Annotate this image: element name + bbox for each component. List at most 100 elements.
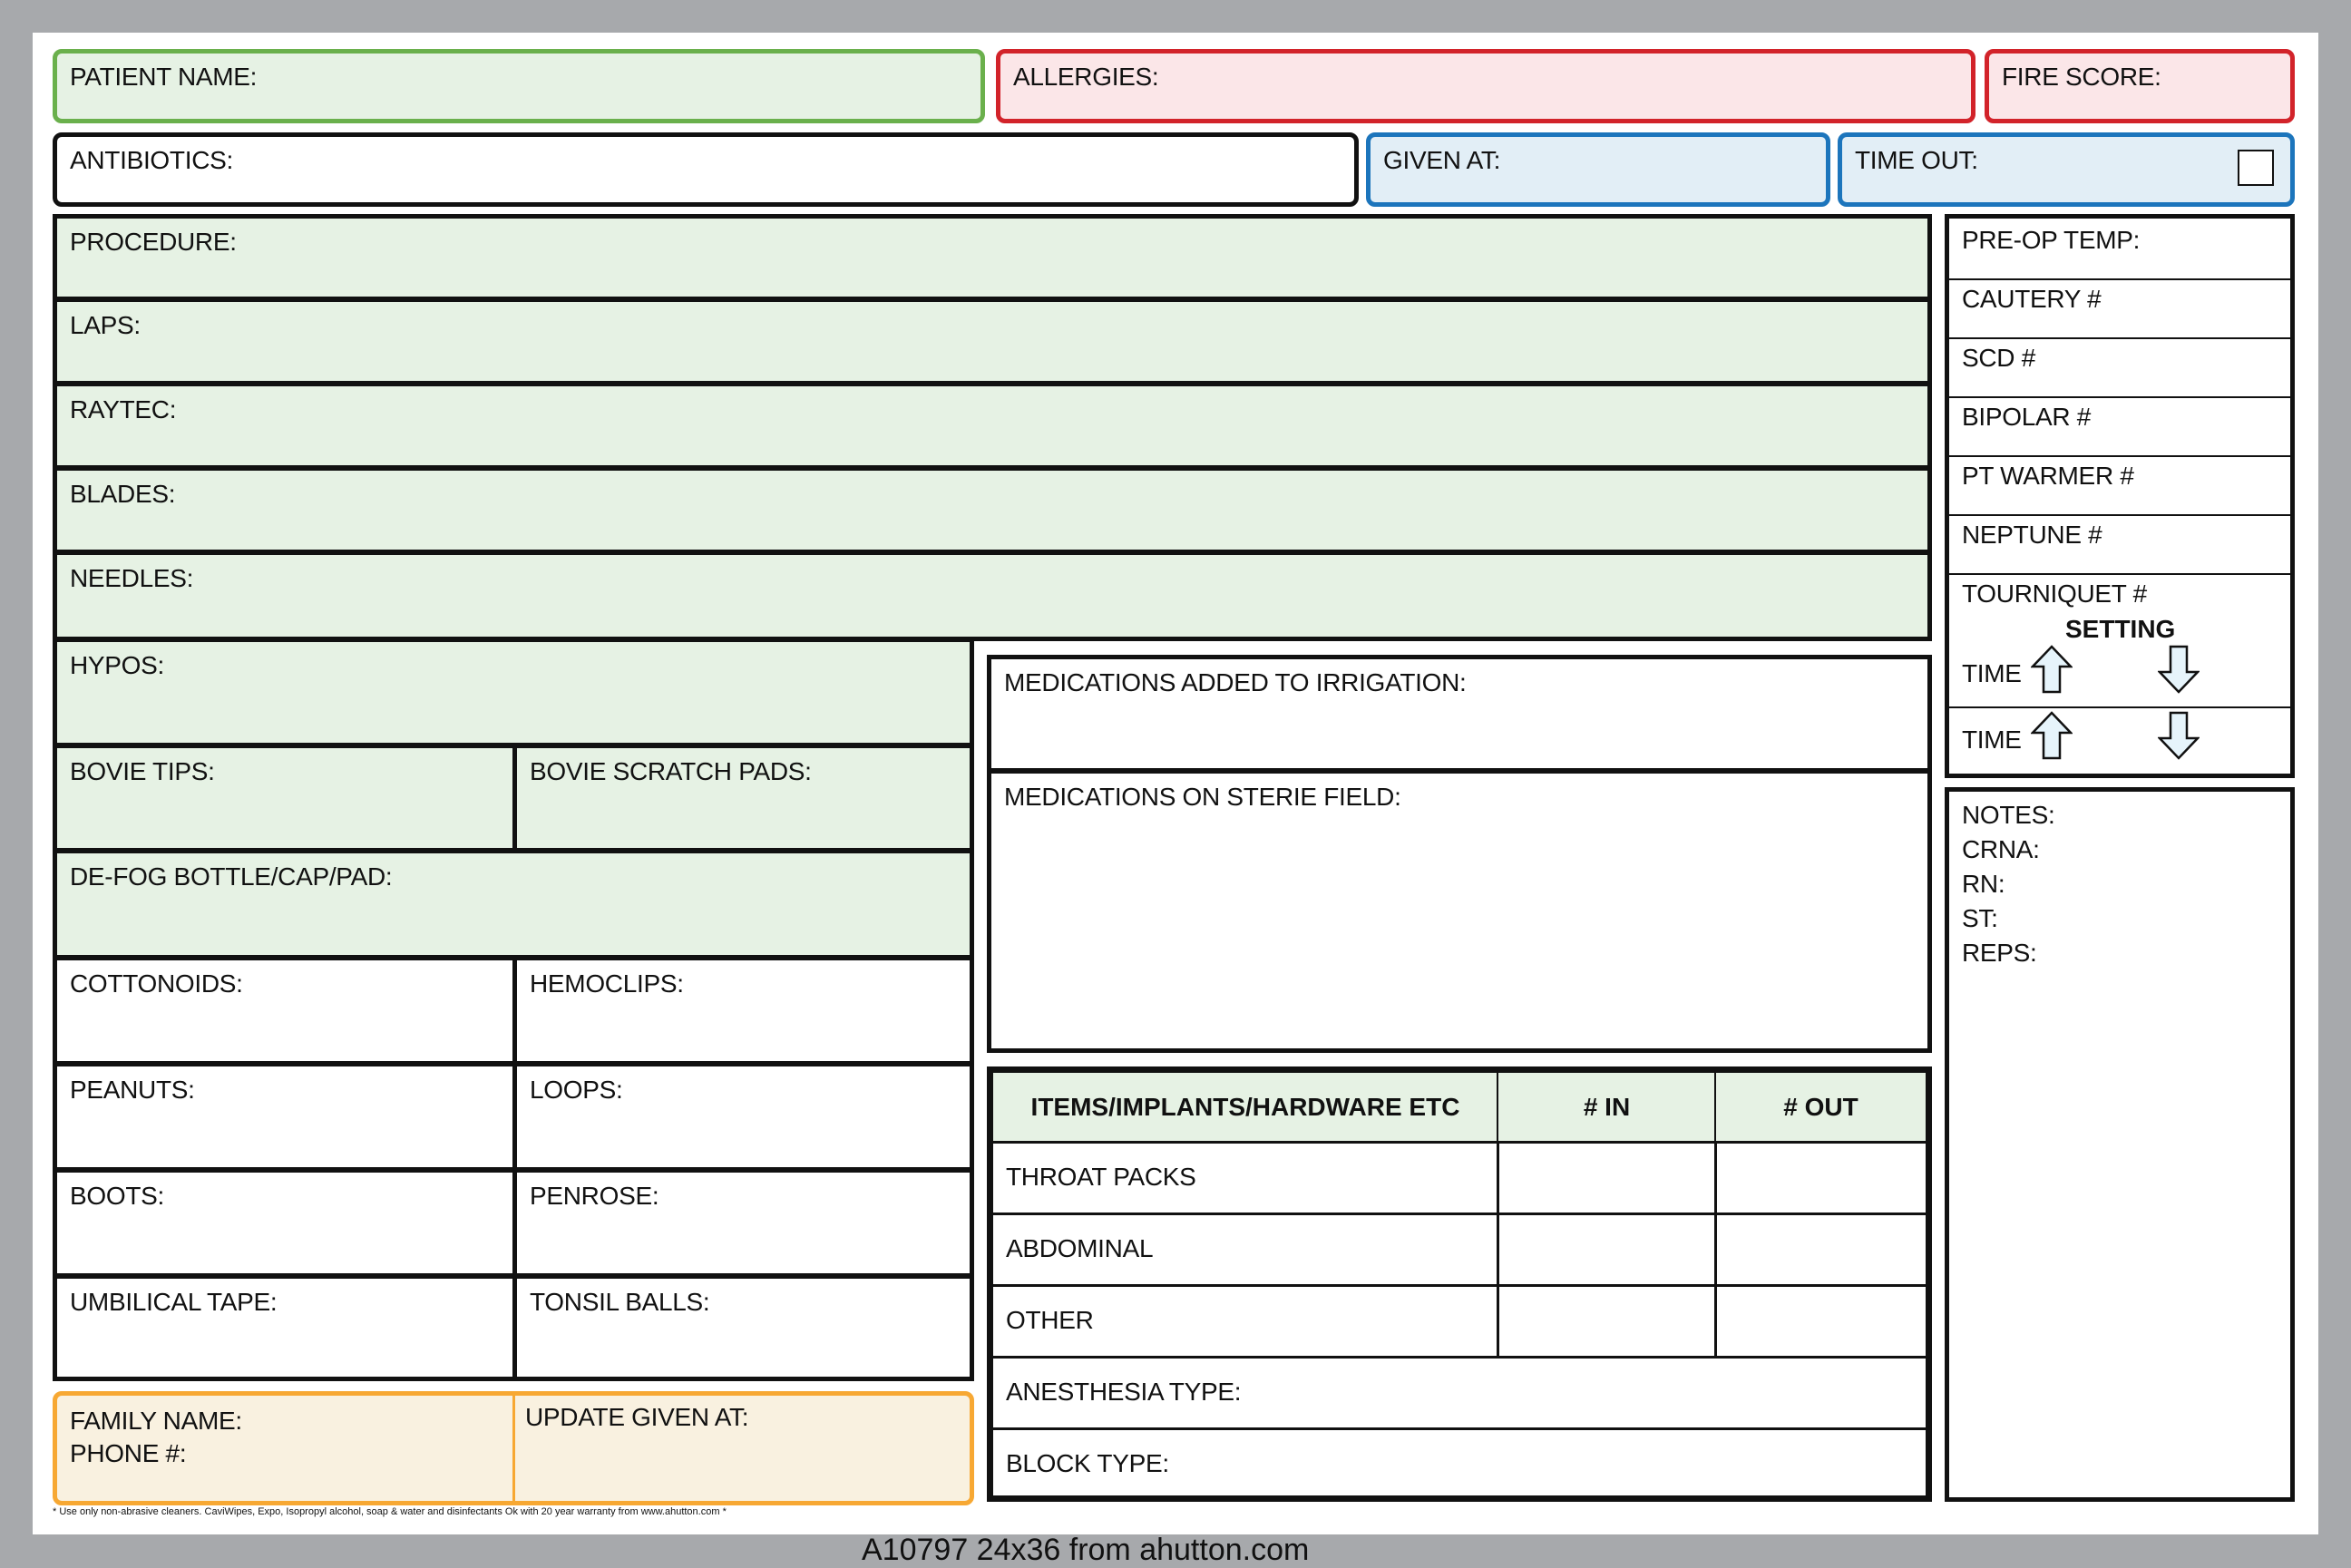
fire-score-field[interactable]: FIRE SCORE: bbox=[1985, 49, 2295, 123]
cottonoids-label: COTTONOIDS: bbox=[70, 969, 243, 998]
cautery-label: CAUTERY # bbox=[1962, 285, 2102, 313]
other-in[interactable] bbox=[1497, 1284, 1717, 1359]
time-1-label: TIME bbox=[1962, 659, 2022, 687]
notes-label: NOTES: bbox=[1962, 801, 2055, 829]
abdominal-out[interactable] bbox=[1714, 1213, 1927, 1287]
in-header: # IN bbox=[1497, 1071, 1717, 1144]
pre-op-temp-cell[interactable]: PRE-OP TEMP: bbox=[1949, 219, 2290, 280]
setting-label: SETTING bbox=[2065, 615, 2176, 643]
st-label: ST: bbox=[1962, 904, 1998, 932]
abdominal-in[interactable] bbox=[1497, 1213, 1717, 1287]
umbilical-tape-cell[interactable]: UMBILICAL TAPE: bbox=[53, 1274, 517, 1381]
procedure-cell[interactable]: PROCEDURE: bbox=[53, 214, 1932, 301]
defog-cell[interactable]: DE-FOG BOTTLE/CAP/PAD: bbox=[53, 849, 974, 959]
items-header: ITEMS/IMPLANTS/HARDWARE ETC bbox=[991, 1071, 1499, 1144]
block-type-label: BLOCK TYPE: bbox=[1006, 1449, 1169, 1477]
medications-irrigation-cell[interactable]: MEDICATIONS ADDED TO IRRIGATION: bbox=[987, 655, 1932, 773]
family-name-label: FAMILY NAME: bbox=[70, 1407, 242, 1435]
antibiotics-label: ANTIBIOTICS: bbox=[70, 146, 233, 174]
tonsil-balls-label: TONSIL BALLS: bbox=[530, 1288, 710, 1316]
raytec-cell[interactable]: RAYTEC: bbox=[53, 382, 1932, 470]
family-info-field[interactable]: FAMILY NAME: PHONE #: UPDATE GIVEN AT: bbox=[53, 1391, 974, 1505]
fire-score-label: FIRE SCORE: bbox=[2002, 63, 2161, 91]
anesthesia-type-row[interactable]: ANESTHESIA TYPE: bbox=[991, 1356, 1927, 1430]
laps-cell[interactable]: LAPS: bbox=[53, 297, 1932, 385]
tourniquet-cell[interactable]: TOURNIQUET # SETTING TIME bbox=[1949, 572, 2290, 708]
out-header: # OUT bbox=[1714, 1071, 1927, 1144]
time-out-checkbox[interactable] bbox=[2238, 150, 2274, 186]
blades-cell[interactable]: BLADES: bbox=[53, 466, 1932, 554]
crna-label: CRNA: bbox=[1962, 835, 2040, 863]
time-out-field[interactable]: TIME OUT: bbox=[1838, 132, 2295, 207]
medications-irrigation-label: MEDICATIONS ADDED TO IRRIGATION: bbox=[1004, 668, 1467, 696]
peanuts-cell[interactable]: PEANUTS: bbox=[53, 1062, 517, 1172]
allergies-label: ALLERGIES: bbox=[1013, 63, 1159, 91]
bovie-scratch-pads-cell[interactable]: BOVIE SCRATCH PADS: bbox=[512, 744, 974, 852]
pt-warmer-label: PT WARMER # bbox=[1962, 462, 2134, 490]
abdominal-row[interactable]: ABDOMINAL bbox=[991, 1213, 1499, 1287]
needles-label: NEEDLES: bbox=[70, 564, 194, 592]
bovie-tips-cell[interactable]: BOVIE TIPS: bbox=[53, 744, 517, 852]
patient-name-field[interactable]: PATIENT NAME: bbox=[53, 49, 985, 123]
items-table: ITEMS/IMPLANTS/HARDWARE ETC # IN # OUT T… bbox=[987, 1066, 1932, 1502]
out-header-label: # OUT bbox=[1783, 1093, 1858, 1121]
up-arrow-icon[interactable] bbox=[2031, 645, 2073, 694]
given-at-label: GIVEN AT: bbox=[1383, 146, 1501, 174]
family-divider bbox=[512, 1396, 515, 1501]
equipment-panel: PRE-OP TEMP: CAUTERY # SCD # BIPOLAR # P… bbox=[1945, 214, 2295, 778]
bovie-tips-label: BOVIE TIPS: bbox=[70, 757, 215, 785]
cautery-cell[interactable]: CAUTERY # bbox=[1949, 278, 2290, 339]
throat-packs-out[interactable] bbox=[1714, 1141, 1927, 1215]
penrose-label: PENROSE: bbox=[530, 1182, 659, 1210]
block-type-row[interactable]: BLOCK TYPE: bbox=[991, 1427, 1927, 1497]
raytec-label: RAYTEC: bbox=[70, 395, 177, 424]
scd-cell[interactable]: SCD # bbox=[1949, 336, 2290, 398]
hemoclips-cell[interactable]: HEMOCLIPS: bbox=[512, 956, 974, 1066]
update-given-at-label: UPDATE GIVEN AT: bbox=[525, 1403, 749, 1431]
boots-label: BOOTS: bbox=[70, 1182, 164, 1210]
other-label: OTHER bbox=[1006, 1306, 1094, 1334]
boots-cell[interactable]: BOOTS: bbox=[53, 1168, 517, 1278]
allergies-field[interactable]: ALLERGIES: bbox=[996, 49, 1975, 123]
laps-label: LAPS: bbox=[70, 311, 141, 339]
tonsil-balls-cell[interactable]: TONSIL BALLS: bbox=[512, 1274, 974, 1381]
in-header-label: # IN bbox=[1583, 1093, 1631, 1121]
peanuts-label: PEANUTS: bbox=[70, 1076, 195, 1104]
down-arrow-icon[interactable] bbox=[2158, 645, 2200, 694]
throat-packs-row[interactable]: THROAT PACKS bbox=[991, 1141, 1499, 1215]
hypos-label: HYPOS: bbox=[70, 651, 165, 679]
abdominal-label: ABDOMINAL bbox=[1006, 1234, 1154, 1262]
time-2-label: TIME bbox=[1962, 726, 2022, 754]
patient-name-label: PATIENT NAME: bbox=[70, 63, 258, 91]
pt-warmer-cell[interactable]: PT WARMER # bbox=[1949, 454, 2290, 516]
medications-sterile-field-label: MEDICATIONS ON STERIE FIELD: bbox=[1004, 783, 1401, 811]
scd-label: SCD # bbox=[1962, 344, 2035, 372]
time-2-cell[interactable]: TIME bbox=[1949, 706, 2290, 774]
down-arrow-icon[interactable] bbox=[2158, 711, 2200, 760]
hypos-cell[interactable]: HYPOS: bbox=[53, 638, 974, 747]
loops-label: LOOPS: bbox=[530, 1076, 623, 1104]
phone-label: PHONE #: bbox=[70, 1439, 187, 1467]
anesthesia-type-label: ANESTHESIA TYPE: bbox=[1006, 1378, 1242, 1406]
other-row[interactable]: OTHER bbox=[991, 1284, 1499, 1359]
hemoclips-label: HEMOCLIPS: bbox=[530, 969, 684, 998]
notes-panel[interactable]: NOTES: CRNA: RN: ST: REPS: bbox=[1945, 787, 2295, 1502]
items-header-label: ITEMS/IMPLANTS/HARDWARE ETC bbox=[1030, 1093, 1460, 1121]
blades-label: BLADES: bbox=[70, 480, 176, 508]
bipolar-label: BIPOLAR # bbox=[1962, 403, 2092, 431]
product-caption: A10797 24x36 from ahutton.com bbox=[862, 1533, 1310, 1567]
neptune-cell[interactable]: NEPTUNE # bbox=[1949, 513, 2290, 575]
needles-cell[interactable]: NEEDLES: bbox=[53, 550, 1932, 641]
up-arrow-icon[interactable] bbox=[2031, 711, 2073, 760]
bipolar-cell[interactable]: BIPOLAR # bbox=[1949, 395, 2290, 457]
antibiotics-field[interactable]: ANTIBIOTICS: bbox=[53, 132, 1359, 207]
given-at-field[interactable]: GIVEN AT: bbox=[1366, 132, 1830, 207]
loops-cell[interactable]: LOOPS: bbox=[512, 1062, 974, 1172]
throat-packs-in[interactable] bbox=[1497, 1141, 1717, 1215]
umbilical-tape-label: UMBILICAL TAPE: bbox=[70, 1288, 278, 1316]
penrose-cell[interactable]: PENROSE: bbox=[512, 1168, 974, 1278]
throat-packs-label: THROAT PACKS bbox=[1006, 1163, 1196, 1191]
cottonoids-cell[interactable]: COTTONOIDS: bbox=[53, 956, 517, 1066]
medications-sterile-field-cell[interactable]: MEDICATIONS ON STERIE FIELD: bbox=[987, 769, 1932, 1053]
other-out[interactable] bbox=[1714, 1284, 1927, 1359]
